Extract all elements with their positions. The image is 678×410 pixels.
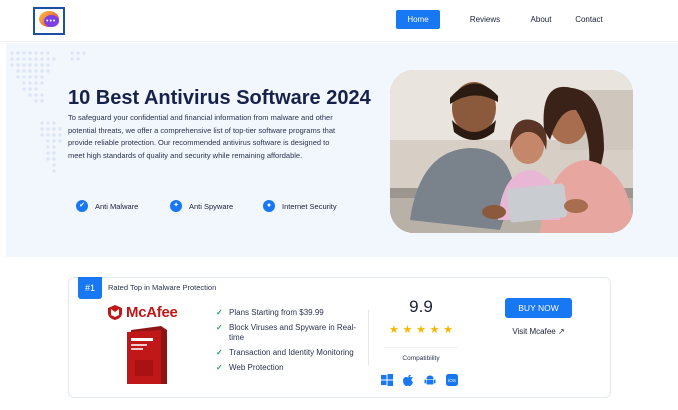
feature-text: Plans Starting from $39.99 (229, 308, 324, 317)
feature-label: Anti Spyware (189, 201, 234, 211)
check-icon: ✓ (216, 348, 223, 357)
feature-text: Block Viruses and Spyware in Real-time (229, 323, 357, 342)
rating-score: 9.9 (409, 297, 433, 316)
feature-label: Anti Malware (95, 201, 139, 211)
nav-about[interactable]: About (524, 10, 558, 29)
star-icon: ★ (389, 324, 399, 336)
rank-badge: #1 (78, 277, 102, 299)
check-icon: ✓ (216, 308, 223, 317)
star-icon: ★ (402, 324, 413, 336)
lock-icon: ● (263, 200, 275, 212)
divider (384, 347, 458, 348)
windows-icon (381, 374, 393, 386)
compatibility-label: Compatibility (402, 355, 440, 362)
hero-family-photo (390, 70, 633, 233)
list-item: ✓ Web Protection (216, 363, 366, 373)
star-icon: ★ (443, 324, 453, 336)
nav-home[interactable]: Home (396, 10, 440, 29)
site-logo[interactable]: ••• (33, 7, 65, 35)
feature-anti-malware: ✔ Anti Malware (76, 199, 138, 213)
feature-text: Web Protection (229, 363, 284, 372)
brand-logo[interactable]: McAfee (108, 304, 178, 321)
list-item: ✓ Block Viruses and Spyware in Real-time (216, 323, 366, 343)
list-item: ✓ Plans Starting from $39.99 (216, 308, 366, 318)
brand-name: McAfee (126, 304, 178, 321)
android-icon (424, 375, 436, 385)
hero-title: 10 Best Antivirus Software 2024 (68, 87, 371, 109)
apple-icon (403, 374, 413, 386)
spy-shield-icon: ✦ (170, 200, 182, 212)
nav-contact[interactable]: Contact (570, 10, 608, 29)
product-feature-list: ✓ Plans Starting from $39.99 ✓ Block Vir… (216, 308, 366, 378)
hero-description: To safeguard your confidential and finan… (68, 113, 336, 160)
ios-icon: iOS (446, 374, 458, 386)
list-item: ✓ Transaction and Identity Monitoring (216, 348, 366, 358)
ios-label: iOS (448, 378, 456, 384)
product-box-image (127, 326, 167, 384)
check-icon: ✓ (216, 323, 223, 332)
check-icon: ✓ (216, 363, 223, 372)
feature-anti-spyware: ✦ Anti Spyware (170, 199, 233, 213)
rank-label: Rated Top in Malware Protection (108, 283, 217, 292)
star-icon: ★ (429, 324, 440, 336)
buy-now-button[interactable]: BUY NOW (505, 298, 572, 318)
nav-reviews[interactable]: Reviews (464, 10, 506, 29)
shield-icon: ✔ (76, 200, 88, 212)
feature-label: Internet Security (282, 201, 337, 211)
feature-text: Transaction and Identity Monitoring (229, 348, 354, 357)
family-photo-illustration (390, 70, 633, 233)
star-rating: ★ ★ ★ ★ ★ (389, 325, 453, 336)
mcafee-shield-icon (108, 305, 122, 320)
visit-vendor-link[interactable]: Visit Mcafee ↗ (505, 327, 572, 336)
divider (368, 310, 369, 366)
site-header: ••• Home Reviews About Contact (0, 0, 678, 42)
feature-internet-security: ● Internet Security (263, 199, 337, 213)
star-icon: ★ (416, 324, 426, 336)
dots-icon: ••• (46, 18, 57, 25)
